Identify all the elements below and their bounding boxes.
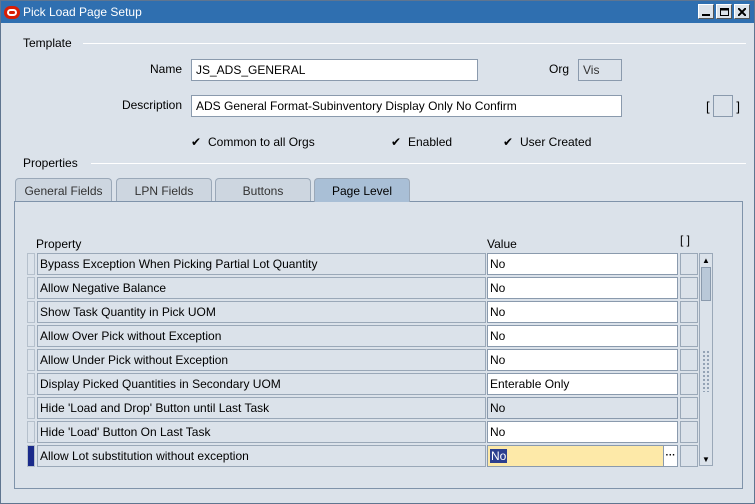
- property-cell[interactable]: Allow Negative Balance: [37, 277, 486, 299]
- pick-load-page-setup-window: Pick Load Page Setup Template Name Org D…: [0, 0, 755, 504]
- scroll-thumb[interactable]: [701, 267, 711, 301]
- value-cell[interactable]: No: [487, 349, 678, 371]
- oracle-app-icon[interactable]: [4, 5, 20, 19]
- name-field[interactable]: [191, 59, 478, 81]
- dff-bracket-open: [: [706, 98, 710, 114]
- value-cell-active[interactable]: No: [487, 445, 664, 467]
- property-cell[interactable]: Hide 'Load' Button On Last Task: [37, 421, 486, 443]
- property-cell[interactable]: Allow Under Pick without Exception: [37, 349, 486, 371]
- scroll-up-icon[interactable]: ▲: [700, 254, 712, 266]
- row-dff-cell[interactable]: [680, 277, 698, 299]
- enabled-checkbox[interactable]: ✔ Enabled: [390, 135, 452, 149]
- checkbox-label: Common to all Orgs: [208, 135, 315, 149]
- tab-page-level[interactable]: Page Level: [314, 178, 410, 202]
- template-dff-field[interactable]: [ ]: [706, 94, 740, 118]
- property-column-header: Property: [36, 237, 82, 251]
- window-title: Pick Load Page Setup: [23, 5, 142, 19]
- template-divider: [83, 43, 746, 44]
- vertical-scrollbar[interactable]: ▲ ▼: [699, 253, 713, 466]
- template-section-label: Template: [23, 36, 72, 50]
- dff-bracket-close: ]: [736, 98, 740, 114]
- property-cell[interactable]: Allow Over Pick without Exception: [37, 325, 486, 347]
- value-cell[interactable]: Enterable Only: [487, 373, 678, 395]
- property-cell[interactable]: Allow Lot substitution without exception: [37, 445, 486, 467]
- properties-divider: [91, 163, 746, 164]
- property-cell[interactable]: Bypass Exception When Picking Partial Lo…: [37, 253, 486, 275]
- checkmark-icon: ✔: [190, 135, 202, 149]
- checkbox-label: Enabled: [408, 135, 453, 149]
- value-cell[interactable]: No: [487, 397, 678, 419]
- value-cell[interactable]: No: [487, 253, 678, 275]
- title-bar[interactable]: Pick Load Page Setup: [1, 1, 754, 23]
- property-cell[interactable]: Hide 'Load and Drop' Button until Last T…: [37, 397, 486, 419]
- value-cell[interactable]: No: [487, 421, 678, 443]
- row-dff-cell[interactable]: [680, 373, 698, 395]
- selected-value-text: No: [490, 449, 508, 463]
- value-column-header: Value: [487, 237, 517, 251]
- close-icon[interactable]: [734, 4, 750, 19]
- row-dff-cell[interactable]: [680, 325, 698, 347]
- dff-input[interactable]: [713, 95, 733, 117]
- tab-general-fields[interactable]: General Fields: [15, 178, 112, 202]
- description-label: Description: [121, 98, 182, 112]
- row-dff-cell[interactable]: [680, 349, 698, 371]
- user-created-checkbox[interactable]: ✔ User Created: [502, 135, 591, 149]
- current-row-indicator[interactable]: [27, 445, 35, 467]
- maximize-icon[interactable]: [716, 4, 732, 19]
- name-label: Name: [149, 62, 182, 76]
- property-cell[interactable]: Display Picked Quantities in Secondary U…: [37, 373, 486, 395]
- value-cell[interactable]: No: [487, 301, 678, 323]
- value-cell[interactable]: No: [487, 277, 678, 299]
- row-indicator[interactable]: [27, 301, 35, 323]
- properties-section-label: Properties: [23, 156, 78, 170]
- row-indicator[interactable]: [27, 325, 35, 347]
- row-dff-cell[interactable]: [680, 301, 698, 323]
- checkmark-icon: ✔: [502, 135, 514, 149]
- scroll-grip-icon: [702, 350, 710, 392]
- maximize-glyph: [719, 7, 729, 16]
- checkmark-icon: ✔: [390, 135, 402, 149]
- row-indicator[interactable]: [27, 349, 35, 371]
- row-dff-cell[interactable]: [680, 253, 698, 275]
- row-indicator[interactable]: [27, 397, 35, 419]
- row-indicator[interactable]: [27, 253, 35, 275]
- row-dff-cell[interactable]: [680, 397, 698, 419]
- row-indicator[interactable]: [27, 277, 35, 299]
- tab-lpn-fields[interactable]: LPN Fields: [116, 178, 212, 202]
- property-cell[interactable]: Show Task Quantity in Pick UOM: [37, 301, 486, 323]
- row-indicator[interactable]: [27, 373, 35, 395]
- org-label: Org: [548, 62, 569, 76]
- dff-column-header: [ ]: [680, 233, 691, 247]
- list-of-values-button[interactable]: ···: [663, 445, 678, 467]
- checkbox-label: User Created: [520, 135, 592, 149]
- value-cell[interactable]: No: [487, 325, 678, 347]
- scroll-down-icon[interactable]: ▼: [700, 453, 712, 465]
- description-field[interactable]: [191, 95, 622, 117]
- org-field[interactable]: [578, 59, 622, 81]
- minimize-glyph: [702, 13, 710, 16]
- tab-buttons[interactable]: Buttons: [215, 178, 311, 202]
- common-to-all-orgs-checkbox[interactable]: ✔ Common to all Orgs: [190, 135, 315, 149]
- close-glyph: [738, 7, 746, 16]
- row-indicator[interactable]: [27, 421, 35, 443]
- row-dff-cell[interactable]: [680, 445, 698, 467]
- window-controls: [698, 4, 750, 19]
- minimize-icon[interactable]: [698, 4, 714, 19]
- row-dff-cell[interactable]: [680, 421, 698, 443]
